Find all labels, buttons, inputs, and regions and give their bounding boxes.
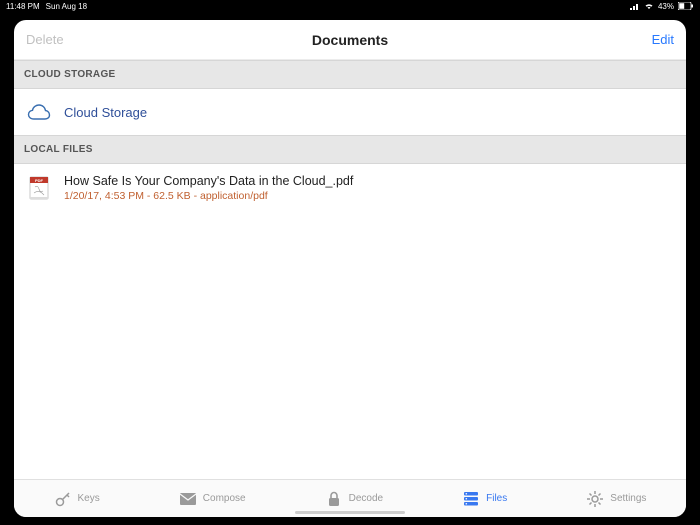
delete-button[interactable]: Delete: [26, 32, 64, 47]
tab-settings[interactable]: Settings: [586, 490, 646, 508]
app-window: Delete Documents Edit CLOUD STORAGE Clou…: [14, 20, 686, 517]
tab-files-label: Files: [486, 493, 507, 504]
tab-keys-label: Keys: [78, 493, 100, 504]
status-time: 11:48 PM: [6, 2, 40, 11]
tab-settings-label: Settings: [610, 493, 646, 504]
status-bar: 11:48 PM Sun Aug 18 43%: [0, 0, 700, 12]
home-indicator[interactable]: [295, 511, 405, 514]
key-icon: [54, 490, 72, 508]
nav-bar: Delete Documents Edit: [14, 20, 686, 60]
tab-compose[interactable]: Compose: [179, 490, 246, 508]
content-area: CLOUD STORAGE Cloud Storage LOCAL FILES …: [14, 60, 686, 479]
page-title: Documents: [312, 32, 388, 48]
tab-compose-label: Compose: [203, 493, 246, 504]
cloud-storage-row[interactable]: Cloud Storage: [14, 89, 686, 135]
tab-decode-label: Decode: [349, 493, 383, 504]
device-frame: 11:48 PM Sun Aug 18 43% Delete Documents…: [0, 0, 700, 525]
edit-button[interactable]: Edit: [652, 32, 674, 47]
tab-decode[interactable]: Decode: [325, 490, 383, 508]
pdf-icon: PDF: [26, 175, 52, 201]
file-meta: 1/20/17, 4:53 PM - 62.5 KB - application…: [64, 190, 353, 202]
tab-files[interactable]: Files: [462, 490, 507, 508]
file-name: How Safe Is Your Company's Data in the C…: [64, 174, 353, 188]
lock-icon: [325, 490, 343, 508]
tab-keys[interactable]: Keys: [54, 490, 100, 508]
envelope-icon: [179, 490, 197, 508]
battery-text: 43%: [658, 2, 674, 11]
file-text: How Safe Is Your Company's Data in the C…: [64, 174, 353, 202]
signal-icon: [630, 3, 640, 10]
wifi-icon: [644, 2, 654, 10]
status-date: Sun Aug 18: [46, 2, 87, 11]
cloud-icon: [26, 99, 52, 125]
section-header-local: LOCAL FILES: [14, 135, 686, 164]
section-header-cloud: CLOUD STORAGE: [14, 60, 686, 89]
files-icon: [462, 490, 480, 508]
svg-text:PDF: PDF: [35, 178, 44, 183]
battery-icon: [678, 2, 694, 10]
gear-icon: [586, 490, 604, 508]
cloud-storage-label: Cloud Storage: [64, 105, 147, 120]
file-row[interactable]: PDF How Safe Is Your Company's Data in t…: [14, 164, 686, 212]
